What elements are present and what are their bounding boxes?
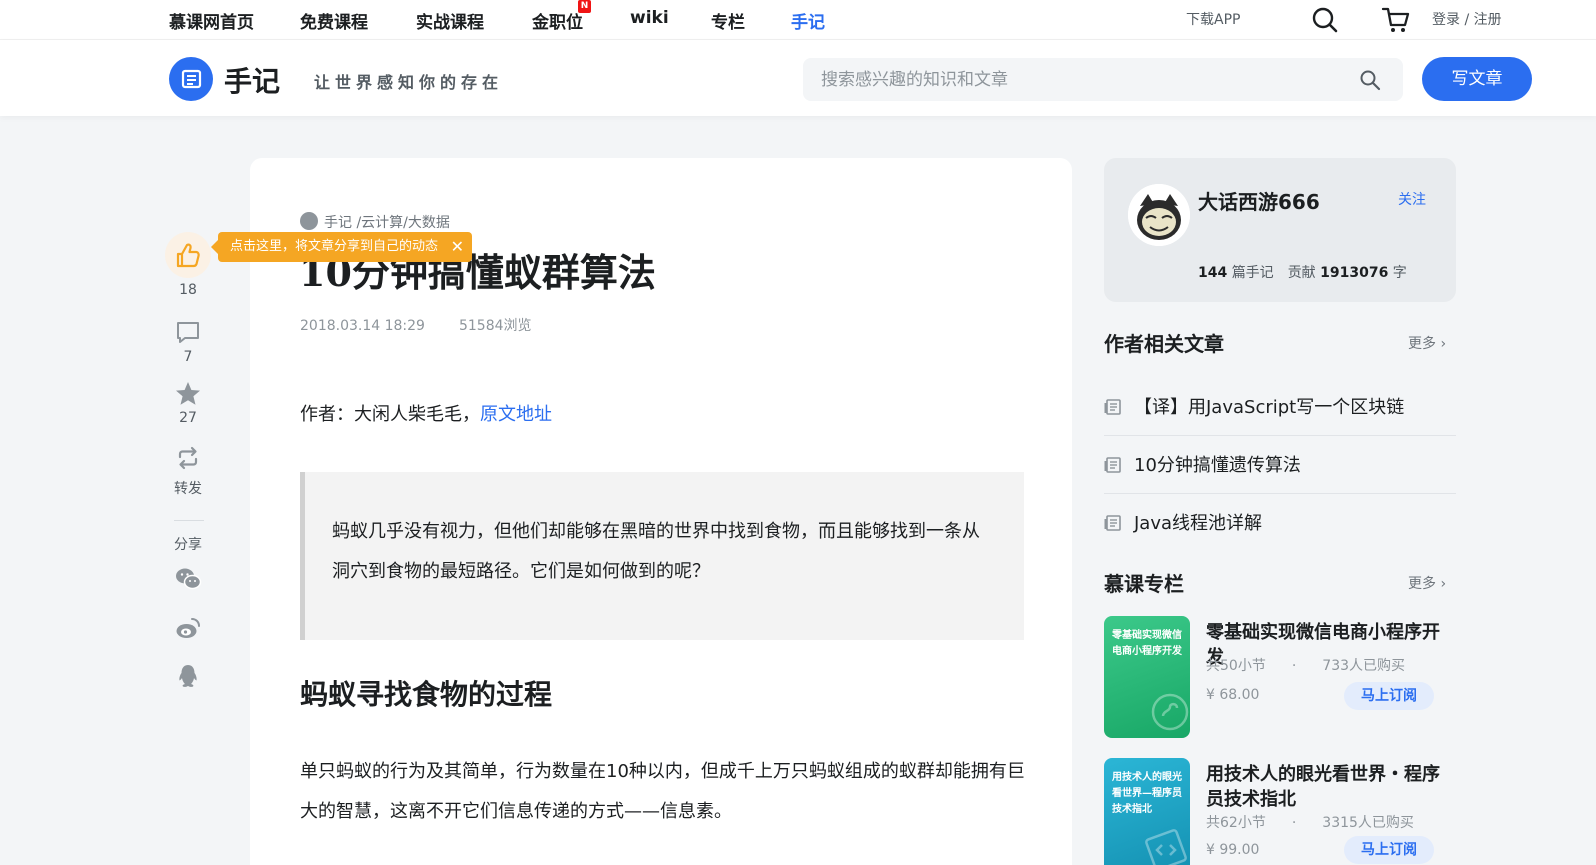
section-heading: 蚂蚁寻找食物的过程 [300, 678, 553, 711]
like-button[interactable] [165, 232, 211, 278]
cart-icon[interactable] [1380, 4, 1412, 36]
column-meta: 共62小节 · 3315人已购买 [1206, 815, 1414, 831]
cover-text: 零基础实现微信电商小程序开发 [1112, 630, 1182, 657]
column-meta: 共50小节 · 733人已购买 [1206, 658, 1406, 674]
nav-column[interactable]: 专栏 [711, 8, 745, 33]
notes-logo-text[interactable]: 手记 [224, 60, 280, 100]
share-label: 分享 [174, 537, 202, 553]
contrib-count: 1913076 [1320, 265, 1389, 281]
related-title: 作者相关文章 [1104, 332, 1224, 356]
related-item-title: 【译】用JavaScript写一个区块链 [1134, 397, 1405, 418]
column-sections: 共50小节 [1206, 658, 1266, 674]
article-meta: 2018.03.14 18:29 51584浏览 [300, 315, 532, 335]
author-credit: 作者：大闲人柴毛毛， [300, 404, 480, 425]
blockquote: 蚂蚁几乎没有视力，但他们却能够在黑暗的世界中找到食物，而且能够找到一条从洞穴到食… [300, 472, 1024, 640]
related-item[interactable]: 10分钟搞懂遗传算法 [1104, 436, 1456, 494]
share-tooltip: 点击这里，将文章分享到自己的动态 ✕ [210, 232, 473, 262]
write-article-button[interactable]: 写文章 [1422, 57, 1532, 101]
search-icon[interactable] [1310, 5, 1340, 35]
publish-date: 2018.03.14 18:29 [300, 318, 425, 334]
search-icon[interactable] [1359, 69, 1381, 91]
related-item[interactable]: Java线程池详解 [1104, 494, 1456, 552]
author-stats: 144 篇手记 贡献 1913076 字 [1198, 262, 1407, 282]
miniprogram-icon [1151, 693, 1189, 731]
repost-label: 转发 [174, 481, 202, 497]
related-more-link[interactable]: 更多 › [1408, 333, 1446, 353]
column-card[interactable]: 零基础实现微信电商小程序开发 零基础实现微信电商小程序开发 共50小节 · 733人… [1104, 616, 1456, 746]
slogan: 让世界感知你的存在 [314, 73, 504, 92]
repost-icon[interactable] [174, 444, 202, 472]
notes-logo-icon[interactable] [169, 57, 213, 101]
wechat-icon[interactable] [174, 565, 202, 593]
search-box [803, 58, 1403, 101]
search-input[interactable] [821, 58, 1341, 101]
related-item[interactable]: 【译】用JavaScript写一个区块链 [1104, 378, 1456, 436]
comment-icon[interactable] [174, 318, 202, 346]
author-line: 作者：大闲人柴毛毛，原文地址 [300, 400, 552, 426]
column-card[interactable]: 用技术人的眼光看世界—程序员技术指北 用技术人的眼光看世界・程序员技术指北 共6… [1104, 758, 1456, 865]
thumbs-up-icon [176, 243, 200, 268]
close-icon[interactable]: ✕ [451, 232, 464, 262]
related-item-title: 10分钟搞懂遗传算法 [1134, 455, 1301, 476]
star-icon[interactable] [174, 380, 202, 408]
rail-divider [174, 520, 204, 521]
fire-icon [300, 212, 318, 230]
related-item-title: Java线程池详解 [1134, 513, 1263, 534]
cover-text: 用技术人的眼光看世界—程序员技术指北 [1112, 772, 1182, 815]
column-buyers: 3315人已购买 [1322, 815, 1414, 831]
document-icon [1104, 515, 1121, 531]
subscribe-button[interactable]: 马上订阅 [1344, 682, 1434, 710]
columns-title: 慕课专栏 [1104, 572, 1184, 596]
nav-jobs[interactable]: 金职位 [532, 8, 583, 33]
article-card: 手记 /云计算/大数据 10分钟搞懂蚁群算法 2018.03.14 18:29 5… [250, 158, 1072, 865]
breadcrumb-text[interactable]: 手记 /云计算/大数据 [324, 215, 450, 231]
document-icon [1104, 457, 1121, 473]
nav-wiki[interactable]: wiki [630, 8, 669, 28]
nav-notes[interactable]: 手记 [791, 8, 825, 33]
notes-header: 手记 让世界感知你的存在 写文章 [0, 40, 1596, 116]
nav-home[interactable]: 慕课网首页 [169, 8, 254, 33]
column-title[interactable]: 用技术人的眼光看世界・程序员技术指北 [1206, 762, 1456, 812]
view-count: 51584浏览 [458, 318, 532, 334]
new-badge: N [578, 0, 591, 13]
subscribe-button[interactable]: 马上订阅 [1344, 836, 1434, 864]
nav-practical-courses[interactable]: 实战课程 [416, 8, 484, 33]
top-nav: 慕课网首页 免费课程 实战课程 金职位 N wiki 专栏 手记 下载APP 登… [0, 0, 1596, 40]
author-card: 大话西游666 关注 144 篇手记 贡献 1913076 字 [1104, 158, 1456, 302]
columns-more-link[interactable]: 更多 › [1408, 573, 1446, 593]
column-price: ¥ 68.00 [1206, 687, 1260, 703]
follow-button[interactable]: 关注 [1398, 189, 1426, 209]
tooltip-text: 点击这里，将文章分享到自己的动态 [230, 239, 439, 254]
notes-label: 篇手记 [1231, 265, 1274, 281]
nav-free-courses[interactable]: 免费课程 [300, 8, 368, 33]
breadcrumb: 手记 /云计算/大数据 [300, 212, 450, 232]
column-cover[interactable]: 用技术人的眼光看世界—程序员技术指北 [1104, 758, 1190, 865]
contrib-unit: 字 [1392, 265, 1407, 281]
avatar[interactable] [1128, 184, 1190, 246]
login-register-link[interactable]: 登录 / 注册 [1432, 9, 1502, 29]
source-link[interactable]: 原文地址 [480, 404, 552, 425]
download-app-link[interactable]: 下载APP [1186, 9, 1240, 29]
qq-icon[interactable] [174, 662, 202, 690]
author-name[interactable]: 大话西游666 [1198, 186, 1320, 215]
column-cover[interactable]: 零基础实现微信电商小程序开发 [1104, 616, 1190, 738]
favorite-count: 27 [179, 410, 197, 426]
notes-count: 144 [1198, 265, 1228, 281]
like-count: 18 [179, 282, 197, 298]
document-icon [1104, 399, 1121, 415]
weibo-icon[interactable] [174, 614, 202, 642]
comment-count: 7 [183, 349, 193, 365]
code-icon [1145, 829, 1187, 865]
paragraph: 单只蚂蚁的行为及其简单，行为数量在10种以内，但成千上万只蚂蚁组成的蚁群却能拥有… [300, 761, 1025, 822]
column-price: ¥ 99.00 [1206, 842, 1260, 858]
column-sections: 共62小节 [1206, 815, 1266, 831]
column-buyers: 733人已购买 [1322, 658, 1406, 674]
contrib-label: 贡献 [1287, 265, 1316, 281]
